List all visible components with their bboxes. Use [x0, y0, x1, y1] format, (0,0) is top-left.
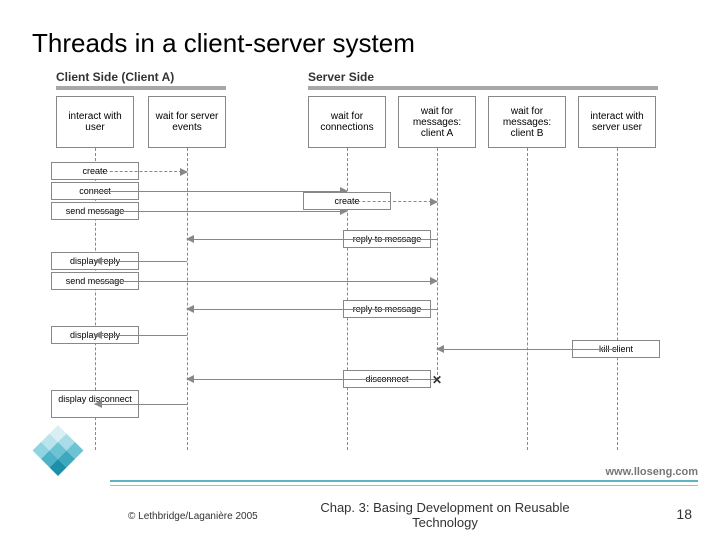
terminate-icon: ✕	[432, 373, 442, 387]
server-bar	[308, 86, 658, 90]
arrow-create1	[95, 171, 187, 172]
arrow-disp-reply2	[95, 335, 187, 336]
arrow-kill	[437, 349, 617, 350]
footer-page-number: 18	[676, 506, 692, 522]
arrow-send2	[95, 281, 437, 282]
sequence-diagram: Client Side (Client A) Server Side inter…	[48, 70, 672, 455]
client-bar	[56, 86, 226, 90]
arrow-create2	[347, 201, 437, 202]
client-side-label: Client Side (Client A)	[56, 70, 174, 84]
arrow-disp-reply1	[95, 261, 187, 262]
arrow-reply2	[187, 309, 437, 310]
footer-url: www.lloseng.com	[606, 466, 699, 478]
footer-copyright: © Lethbridge/Laganière 2005	[128, 511, 258, 522]
arrow-disconnect	[187, 379, 437, 380]
arrow-reply1	[187, 239, 437, 240]
lane-s2: wait for messages: client A	[398, 96, 476, 148]
lifeline-s3	[527, 148, 528, 450]
slide-title: Threads in a client-server system	[32, 28, 415, 59]
footer-rule-2	[110, 485, 698, 486]
server-side-label: Server Side	[308, 70, 374, 84]
footer-rule-1	[110, 480, 698, 482]
lane-s3: wait for messages: client B	[488, 96, 566, 148]
arrow-disp-disc	[95, 404, 187, 405]
arrow-send1	[95, 211, 347, 212]
footer-chapter: Chap. 3: Basing Development on Reusable …	[300, 500, 590, 530]
lane-c2: wait for server events	[148, 96, 226, 148]
lane-s4: interact with server user	[578, 96, 656, 148]
lane-s1: wait for connections	[308, 96, 386, 148]
lifeline-s4	[617, 148, 618, 450]
lane-c1: interact with user	[56, 96, 134, 148]
slide: Threads in a client-server system Client…	[0, 0, 720, 540]
lifeline-c2	[187, 148, 188, 450]
